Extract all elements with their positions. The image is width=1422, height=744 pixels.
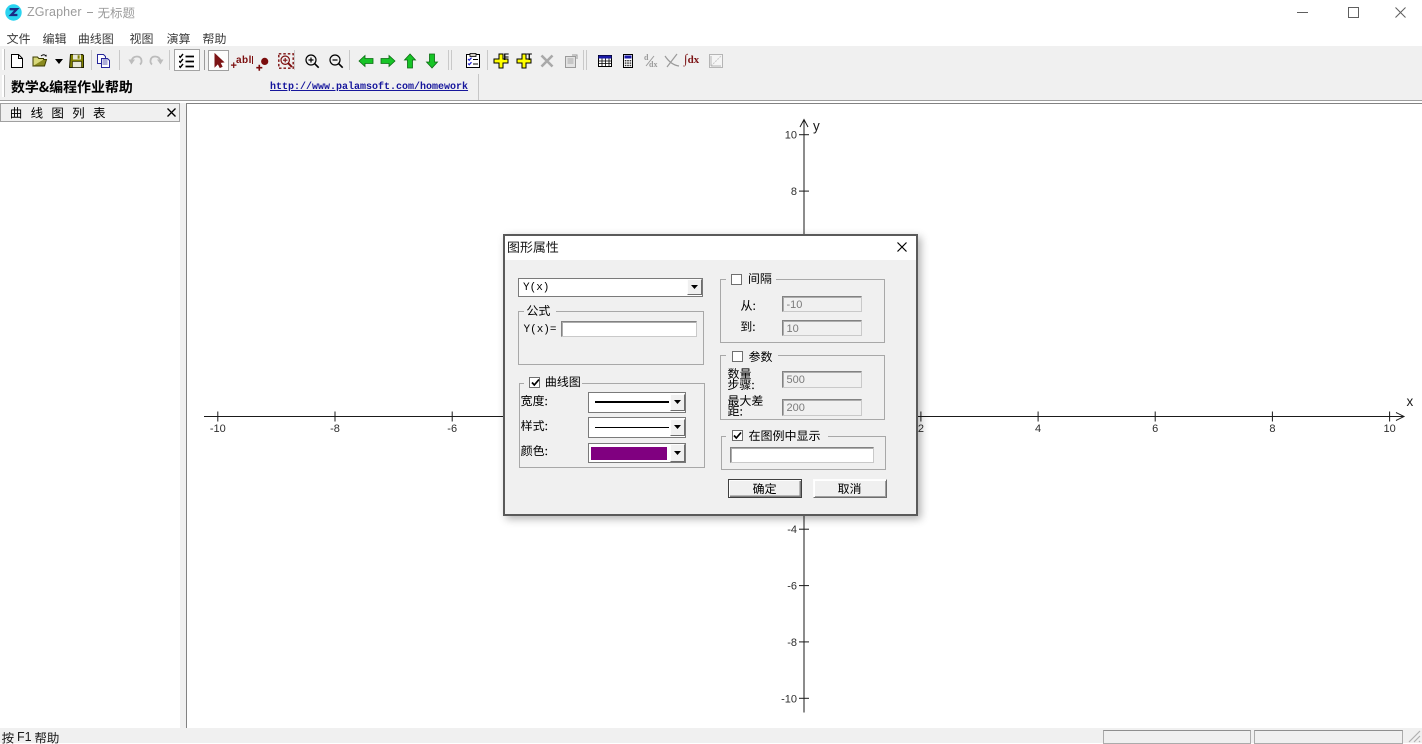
- svg-text:2: 2: [918, 423, 924, 435]
- svg-text:-6: -6: [787, 581, 797, 593]
- svg-text:10: 10: [785, 130, 797, 142]
- svg-text:-8: -8: [330, 423, 340, 435]
- svg-text:6: 6: [1152, 423, 1158, 435]
- svg-text:dx: dx: [649, 60, 657, 69]
- svg-text:y: y: [813, 119, 820, 134]
- svg-text:-8: -8: [787, 637, 797, 649]
- svg-text:-10: -10: [210, 423, 226, 435]
- svg-text:4: 4: [1035, 423, 1041, 435]
- svg-text:T: T: [527, 53, 533, 62]
- svg-text:-6: -6: [447, 423, 457, 435]
- svg-text:-4: -4: [787, 524, 797, 536]
- svg-text:8: 8: [1269, 423, 1275, 435]
- svg-text:-10: -10: [781, 693, 797, 705]
- svg-text:10: 10: [1383, 423, 1395, 435]
- svg-text:x: x: [1407, 394, 1414, 409]
- svg-text:8: 8: [791, 186, 797, 198]
- svg-text:F: F: [504, 53, 510, 62]
